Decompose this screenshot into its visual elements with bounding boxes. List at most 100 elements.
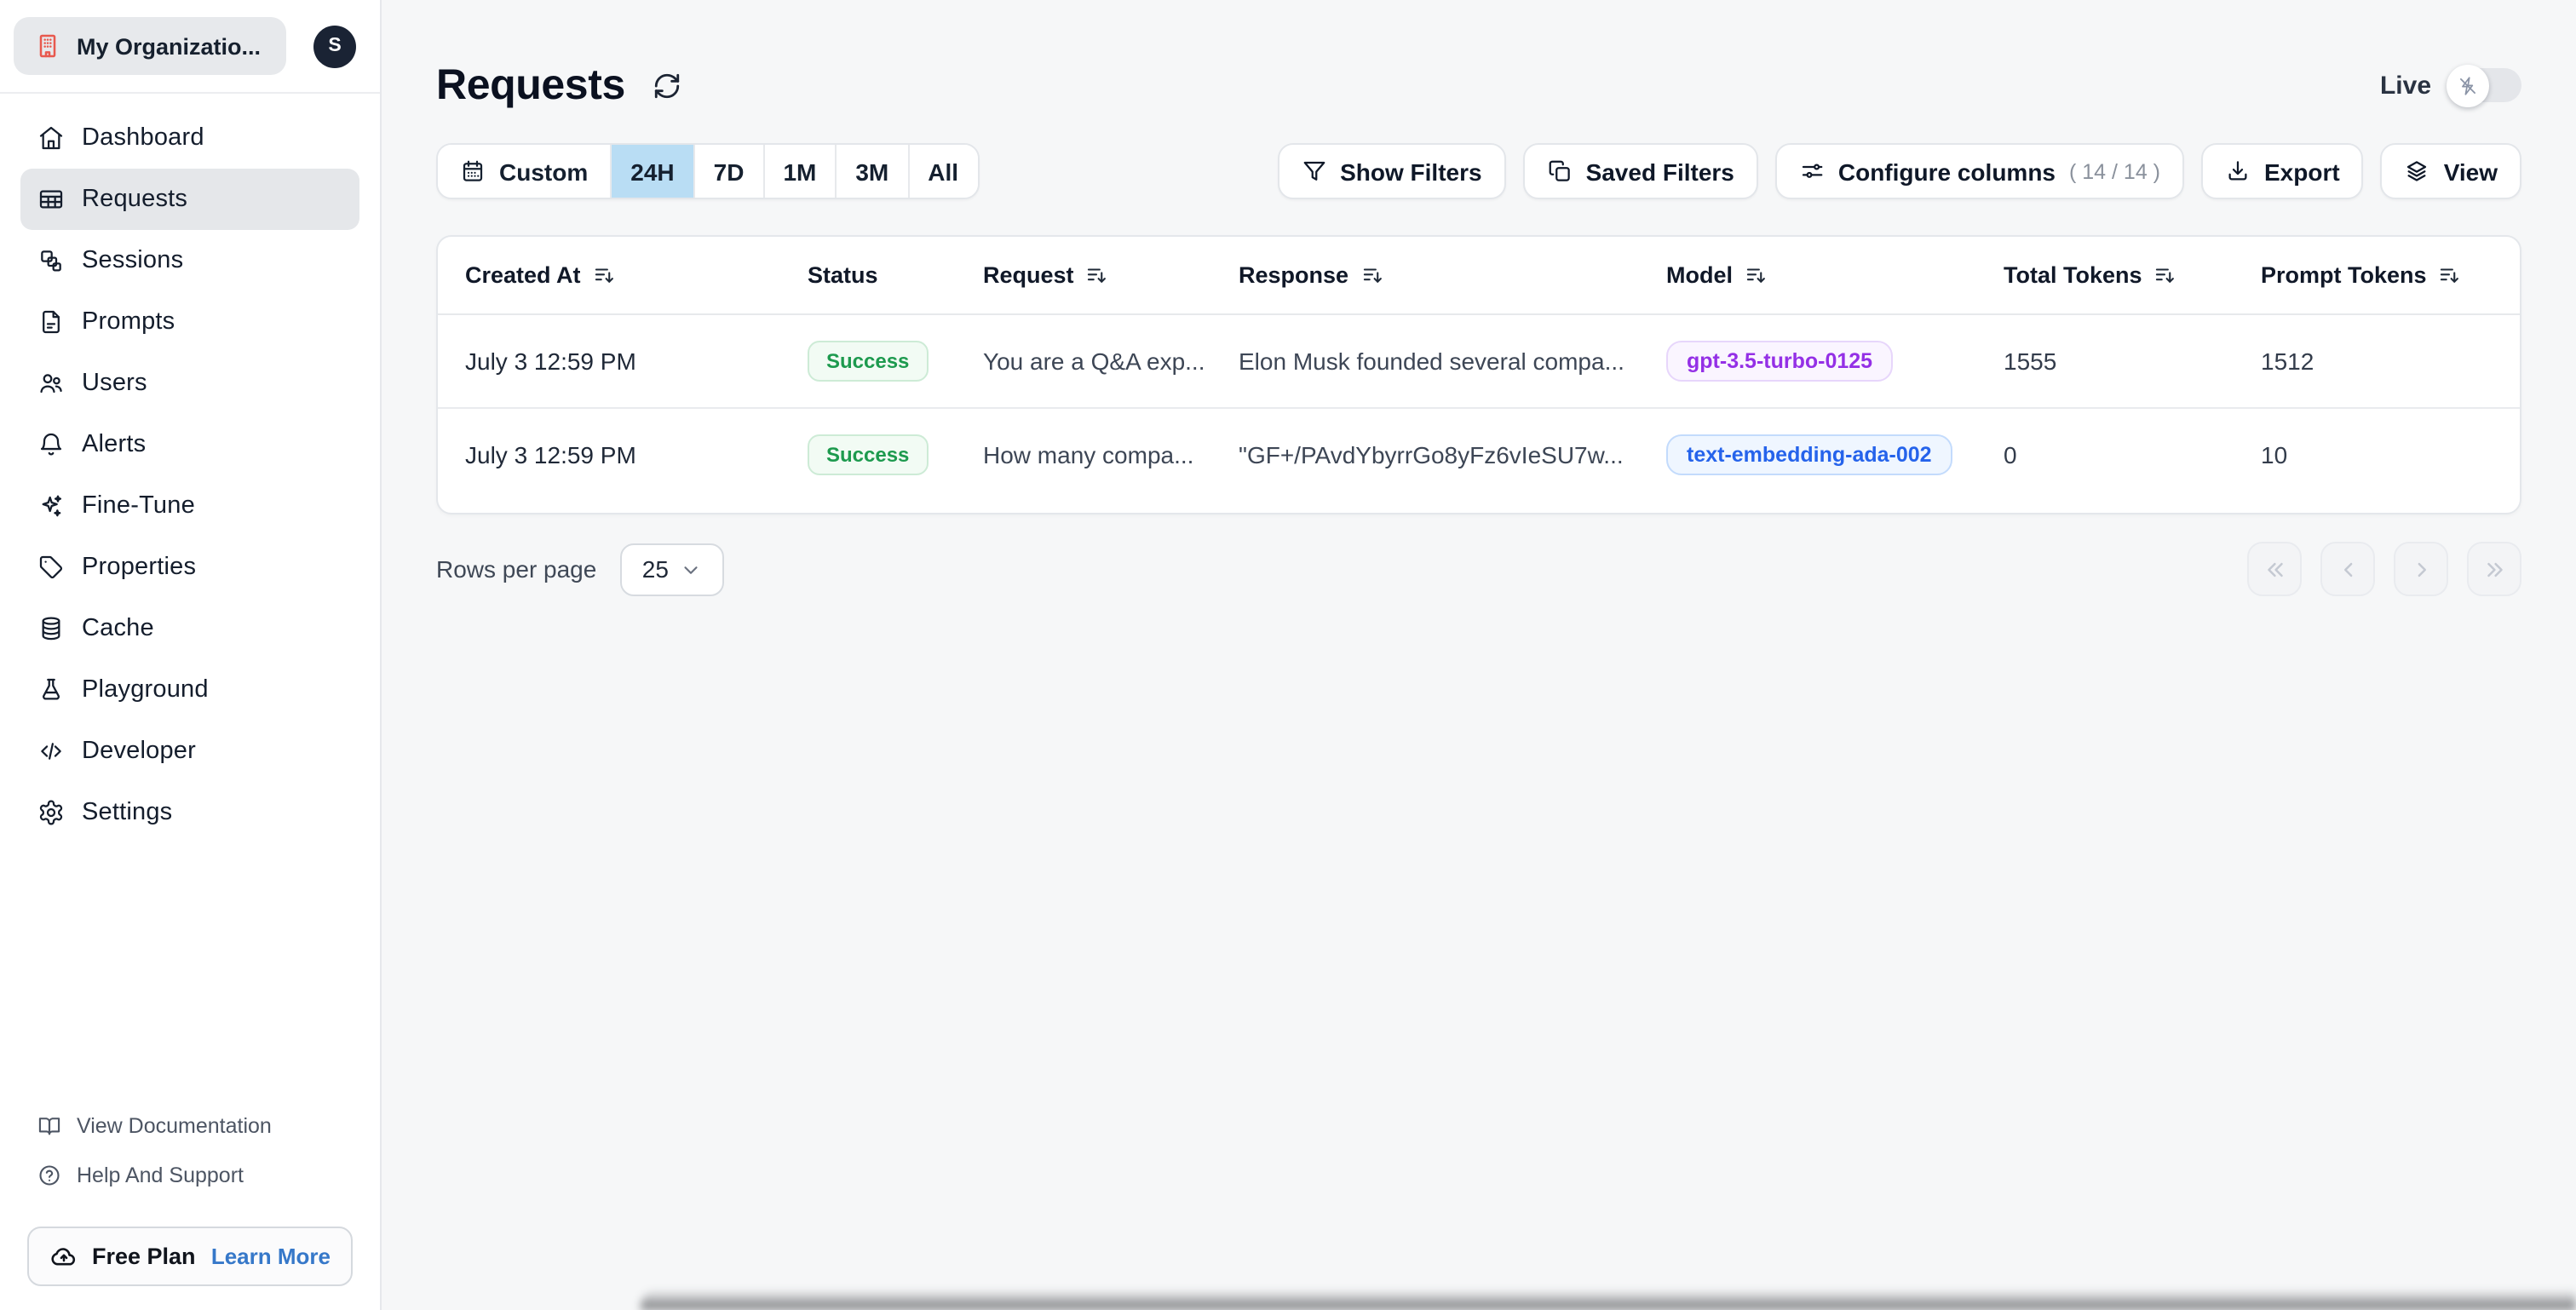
live-control: Live <box>2379 64 2521 106</box>
time-range-custom[interactable]: Custom <box>438 145 611 198</box>
sidebar-item-fine-tune[interactable]: Fine-Tune <box>20 475 359 537</box>
first-page-button[interactable] <box>2247 542 2302 596</box>
sidebar-item-sessions[interactable]: Sessions <box>20 230 359 291</box>
rows-per-page-select[interactable]: 25 <box>620 543 725 595</box>
column-header-total-tokens[interactable]: Total Tokens <box>2004 262 2261 288</box>
book-open-icon <box>37 1113 61 1137</box>
funnel-icon <box>1301 158 1326 184</box>
cell-created-at: July 3 12:59 PM <box>465 440 636 468</box>
time-range-24h[interactable]: 24H <box>610 145 693 198</box>
learn-more-link[interactable]: Learn More <box>211 1244 331 1269</box>
export-button[interactable]: Export <box>2201 143 2364 199</box>
sessions-icon <box>37 247 65 274</box>
help-and-support-link[interactable]: Help And Support <box>37 1150 342 1199</box>
cell-prompt-tokens: 10 <box>2261 440 2288 468</box>
saved-filters-label: Saved Filters <box>1585 158 1734 185</box>
sidebar-item-developer[interactable]: Developer <box>20 721 359 782</box>
sidebar-item-label: Requests <box>82 186 188 213</box>
column-header-prompt-tokens[interactable]: Prompt Tokens <box>2261 262 2493 288</box>
sidebar-item-playground[interactable]: Playground <box>20 659 359 721</box>
plan-label: Free Plan <box>92 1244 196 1269</box>
calendar-icon <box>460 158 486 184</box>
org-switcher[interactable]: My Organizatio... <box>14 17 286 75</box>
home-icon <box>37 124 65 152</box>
view-documentation-link[interactable]: View Documentation <box>37 1100 342 1150</box>
cell-model: text-embedding-ada-002 <box>1666 434 2004 474</box>
sidebar-item-settings[interactable]: Settings <box>20 782 359 843</box>
main-content: Requests Live Custom 24H 7D 1M 3M All Sh… <box>382 0 2576 1310</box>
sidebar-item-label: Playground <box>82 676 209 704</box>
page-title: Requests <box>436 61 625 109</box>
cell-status: Success <box>808 434 983 474</box>
sidebar-item-label: Settings <box>82 799 173 826</box>
sidebar-item-cache[interactable]: Cache <box>20 598 359 659</box>
cloud-upload-icon <box>49 1242 78 1271</box>
live-label: Live <box>2379 71 2431 100</box>
rows-per-page: Rows per page 25 <box>436 543 725 595</box>
column-label: Response <box>1239 262 1349 288</box>
code-icon <box>37 738 65 765</box>
rows-per-page-label: Rows per page <box>436 555 597 583</box>
cell-total-tokens: 1555 <box>2004 348 2057 375</box>
sidebar-item-alerts[interactable]: Alerts <box>20 414 359 475</box>
time-range-3m[interactable]: 3M <box>835 145 908 198</box>
time-range-7d[interactable]: 7D <box>693 145 763 198</box>
user-avatar[interactable]: S <box>313 25 356 67</box>
view-label: View <box>2443 158 2498 185</box>
sort-icon <box>593 264 615 286</box>
cell-response: Elon Musk founded several compa... <box>1239 348 1624 375</box>
flask-icon <box>37 676 65 704</box>
sidebar-item-label: Sessions <box>82 247 184 274</box>
sidebar-item-requests[interactable]: Requests <box>20 169 359 230</box>
sidebar-item-users[interactable]: Users <box>20 353 359 414</box>
pagination-bar: Rows per page 25 <box>436 542 2521 596</box>
previous-page-button[interactable] <box>2320 542 2375 596</box>
column-header-created-at[interactable]: Created At <box>465 262 808 288</box>
saved-filters-button[interactable]: Saved Filters <box>1522 143 1758 199</box>
sidebar-item-properties[interactable]: Properties <box>20 537 359 598</box>
copy-icon <box>1547 158 1573 184</box>
table-row[interactable]: July 3 12:59 PM Success You are a Q&A ex… <box>438 315 2520 407</box>
cell-request: How many compa... <box>983 440 1194 468</box>
column-header-status[interactable]: Status <box>808 262 983 288</box>
database-icon <box>37 615 65 642</box>
plan-card[interactable]: Free Plan Learn More <box>27 1227 353 1286</box>
show-filters-button[interactable]: Show Filters <box>1277 143 1506 199</box>
tag-icon <box>37 554 65 581</box>
cell-created-at: July 3 12:59 PM <box>465 348 636 375</box>
cell-model: gpt-3.5-turbo-0125 <box>1666 341 2004 382</box>
layers-icon <box>2405 158 2430 184</box>
configure-columns-button[interactable]: Configure columns ( 14 / 14 ) <box>1774 143 2184 199</box>
last-page-button[interactable] <box>2467 542 2521 596</box>
view-button[interactable]: View <box>2380 143 2521 199</box>
cell-request: You are a Q&A exp... <box>983 348 1205 375</box>
show-filters-label: Show Filters <box>1340 158 1482 185</box>
configure-columns-count: ( 14 / 14 ) <box>2069 159 2160 183</box>
users-icon <box>37 370 65 397</box>
live-toggle-knob <box>2447 64 2489 106</box>
time-range-all[interactable]: All <box>907 145 978 198</box>
table-row[interactable]: July 3 12:59 PM Success How many compa..… <box>438 407 2520 499</box>
column-label: Status <box>808 262 878 288</box>
flash-slash-icon <box>2457 74 2479 96</box>
model-badge: text-embedding-ada-002 <box>1666 434 1952 474</box>
column-label: Model <box>1666 262 1733 288</box>
chevron-down-icon <box>681 558 703 580</box>
column-header-model[interactable]: Model <box>1666 262 2004 288</box>
table-icon <box>37 186 65 213</box>
sidebar-item-label: Dashboard <box>82 124 204 152</box>
sidebar-item-dashboard[interactable]: Dashboard <box>20 107 359 169</box>
time-range-1m[interactable]: 1M <box>762 145 836 198</box>
chevrons-right-icon <box>2481 556 2507 582</box>
next-page-button[interactable] <box>2394 542 2448 596</box>
column-header-request[interactable]: Request <box>983 262 1239 288</box>
live-toggle[interactable] <box>2447 64 2521 106</box>
time-range-selector: Custom 24H 7D 1M 3M All <box>436 143 980 199</box>
sidebar-item-prompts[interactable]: Prompts <box>20 291 359 353</box>
refresh-button[interactable] <box>649 68 685 104</box>
export-label: Export <box>2264 158 2340 185</box>
sidebar-footer-links: View Documentation Help And Support <box>0 1100 380 1216</box>
app-window: My Organizatio... S Dashboard Requests S… <box>0 0 2576 1310</box>
column-header-response[interactable]: Response <box>1239 262 1666 288</box>
